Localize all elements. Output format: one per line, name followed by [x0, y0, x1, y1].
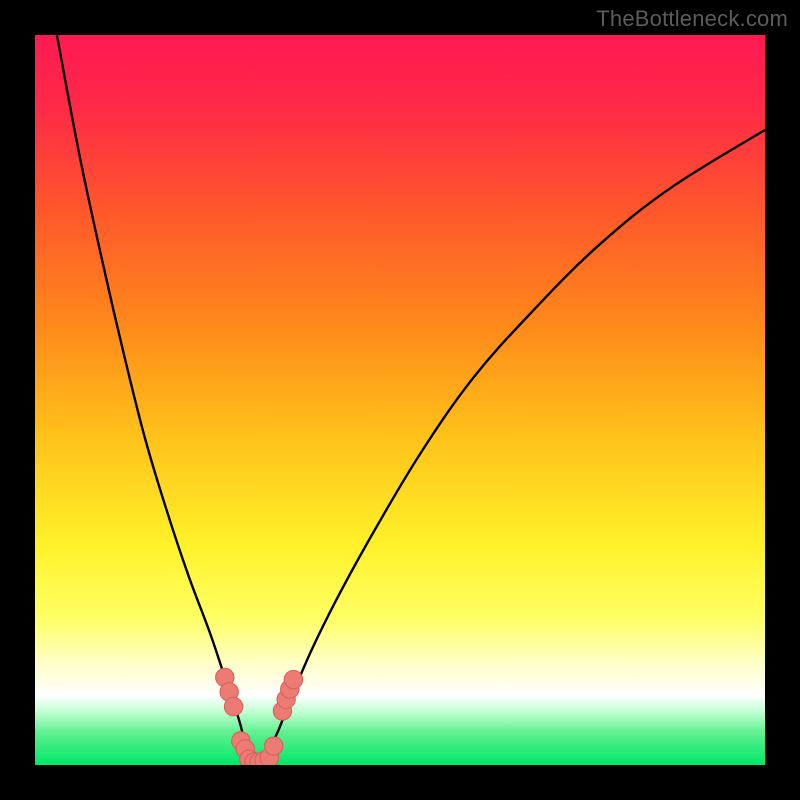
data-marker — [284, 670, 302, 688]
chart-frame: TheBottleneck.com — [0, 0, 800, 800]
bottleneck-chart — [35, 35, 765, 765]
plot-area — [35, 35, 765, 765]
watermark-text: TheBottleneck.com — [596, 6, 788, 32]
gradient-background — [35, 35, 765, 765]
data-marker — [265, 737, 283, 755]
data-marker — [224, 697, 242, 715]
